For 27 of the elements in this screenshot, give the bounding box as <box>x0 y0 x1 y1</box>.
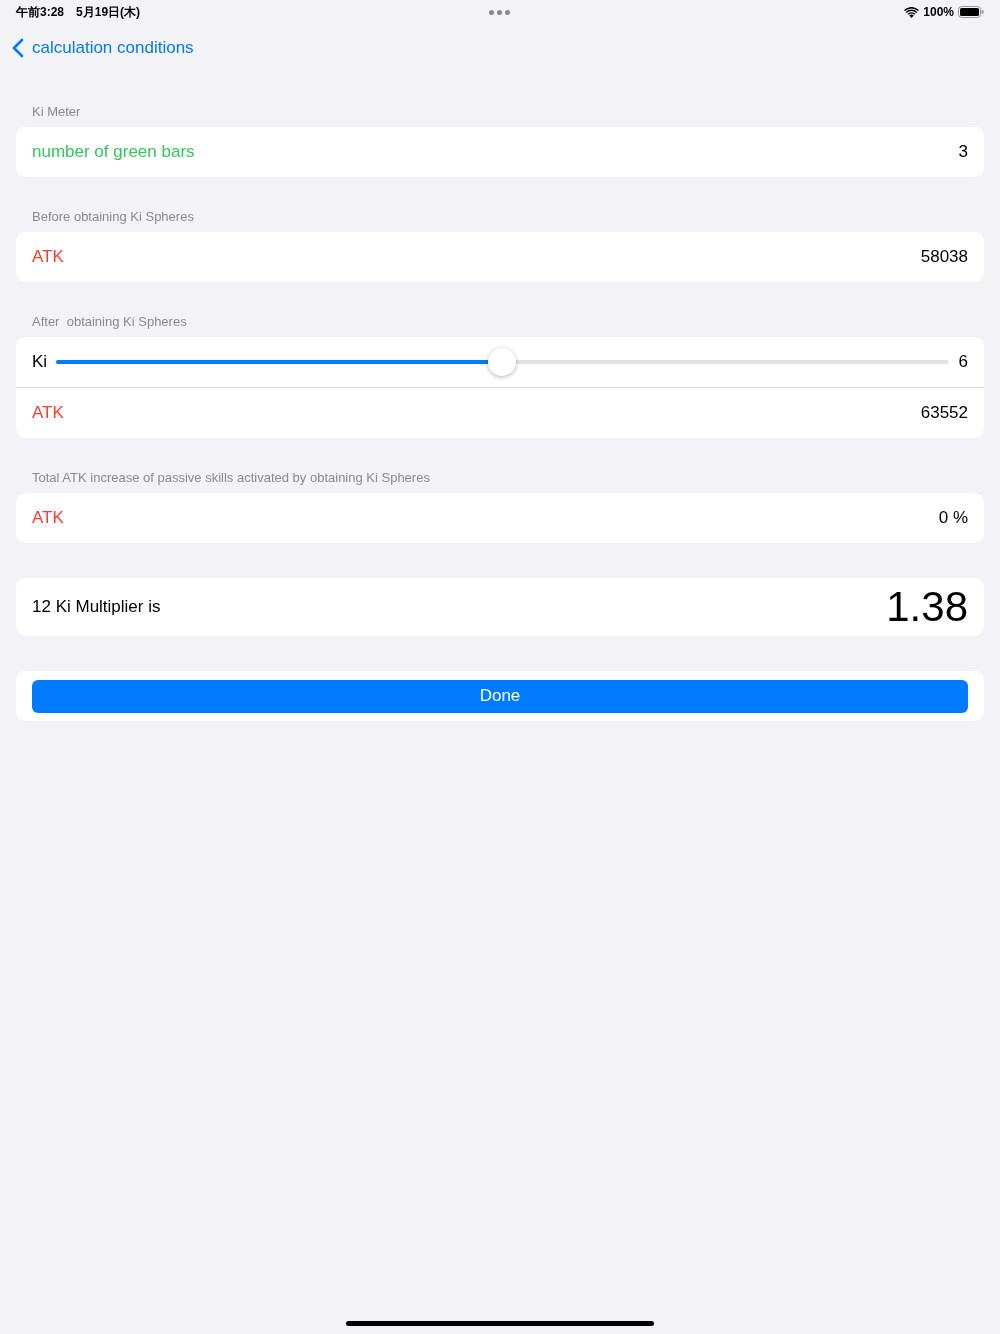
slider-label: Ki <box>32 351 48 374</box>
result-value: 1.38 <box>886 586 968 628</box>
more-dots-icon[interactable] <box>489 9 511 15</box>
section-header: Before obtaining Ki Spheres <box>32 209 194 225</box>
status-date: 5月19日(木) <box>76 4 141 21</box>
status-time: 午前3:28 <box>16 4 65 21</box>
wifi-icon <box>904 6 920 18</box>
result-label: 12 Ki Multiplier is <box>32 596 161 619</box>
chevron-left-icon <box>12 38 24 58</box>
slider-reading: 6 <box>958 351 968 374</box>
row-label: number of green bars <box>32 141 195 164</box>
back-button[interactable]: calculation conditions <box>12 35 194 61</box>
row-value: 0 % <box>938 507 968 530</box>
battery-icon <box>958 6 984 18</box>
done-button[interactable]: Done <box>32 679 968 713</box>
row-value: 63552 <box>920 402 968 425</box>
section-header: Total ATK increase of passive skills activated by obtaining Ki Spheres <box>32 470 430 486</box>
row-label: ATK <box>32 402 64 425</box>
row-value: 3 <box>958 141 968 164</box>
slider-thumb[interactable] <box>488 348 517 376</box>
battery-percent: 100% <box>923 4 954 21</box>
section-header: Ki Meter <box>32 104 81 120</box>
section-header: After obtaining Ki Spheres <box>32 314 187 330</box>
slider-track[interactable] <box>56 348 949 376</box>
row-label: ATK <box>32 246 64 269</box>
row-value: 58038 <box>920 246 968 269</box>
row-label: ATK <box>32 507 64 530</box>
